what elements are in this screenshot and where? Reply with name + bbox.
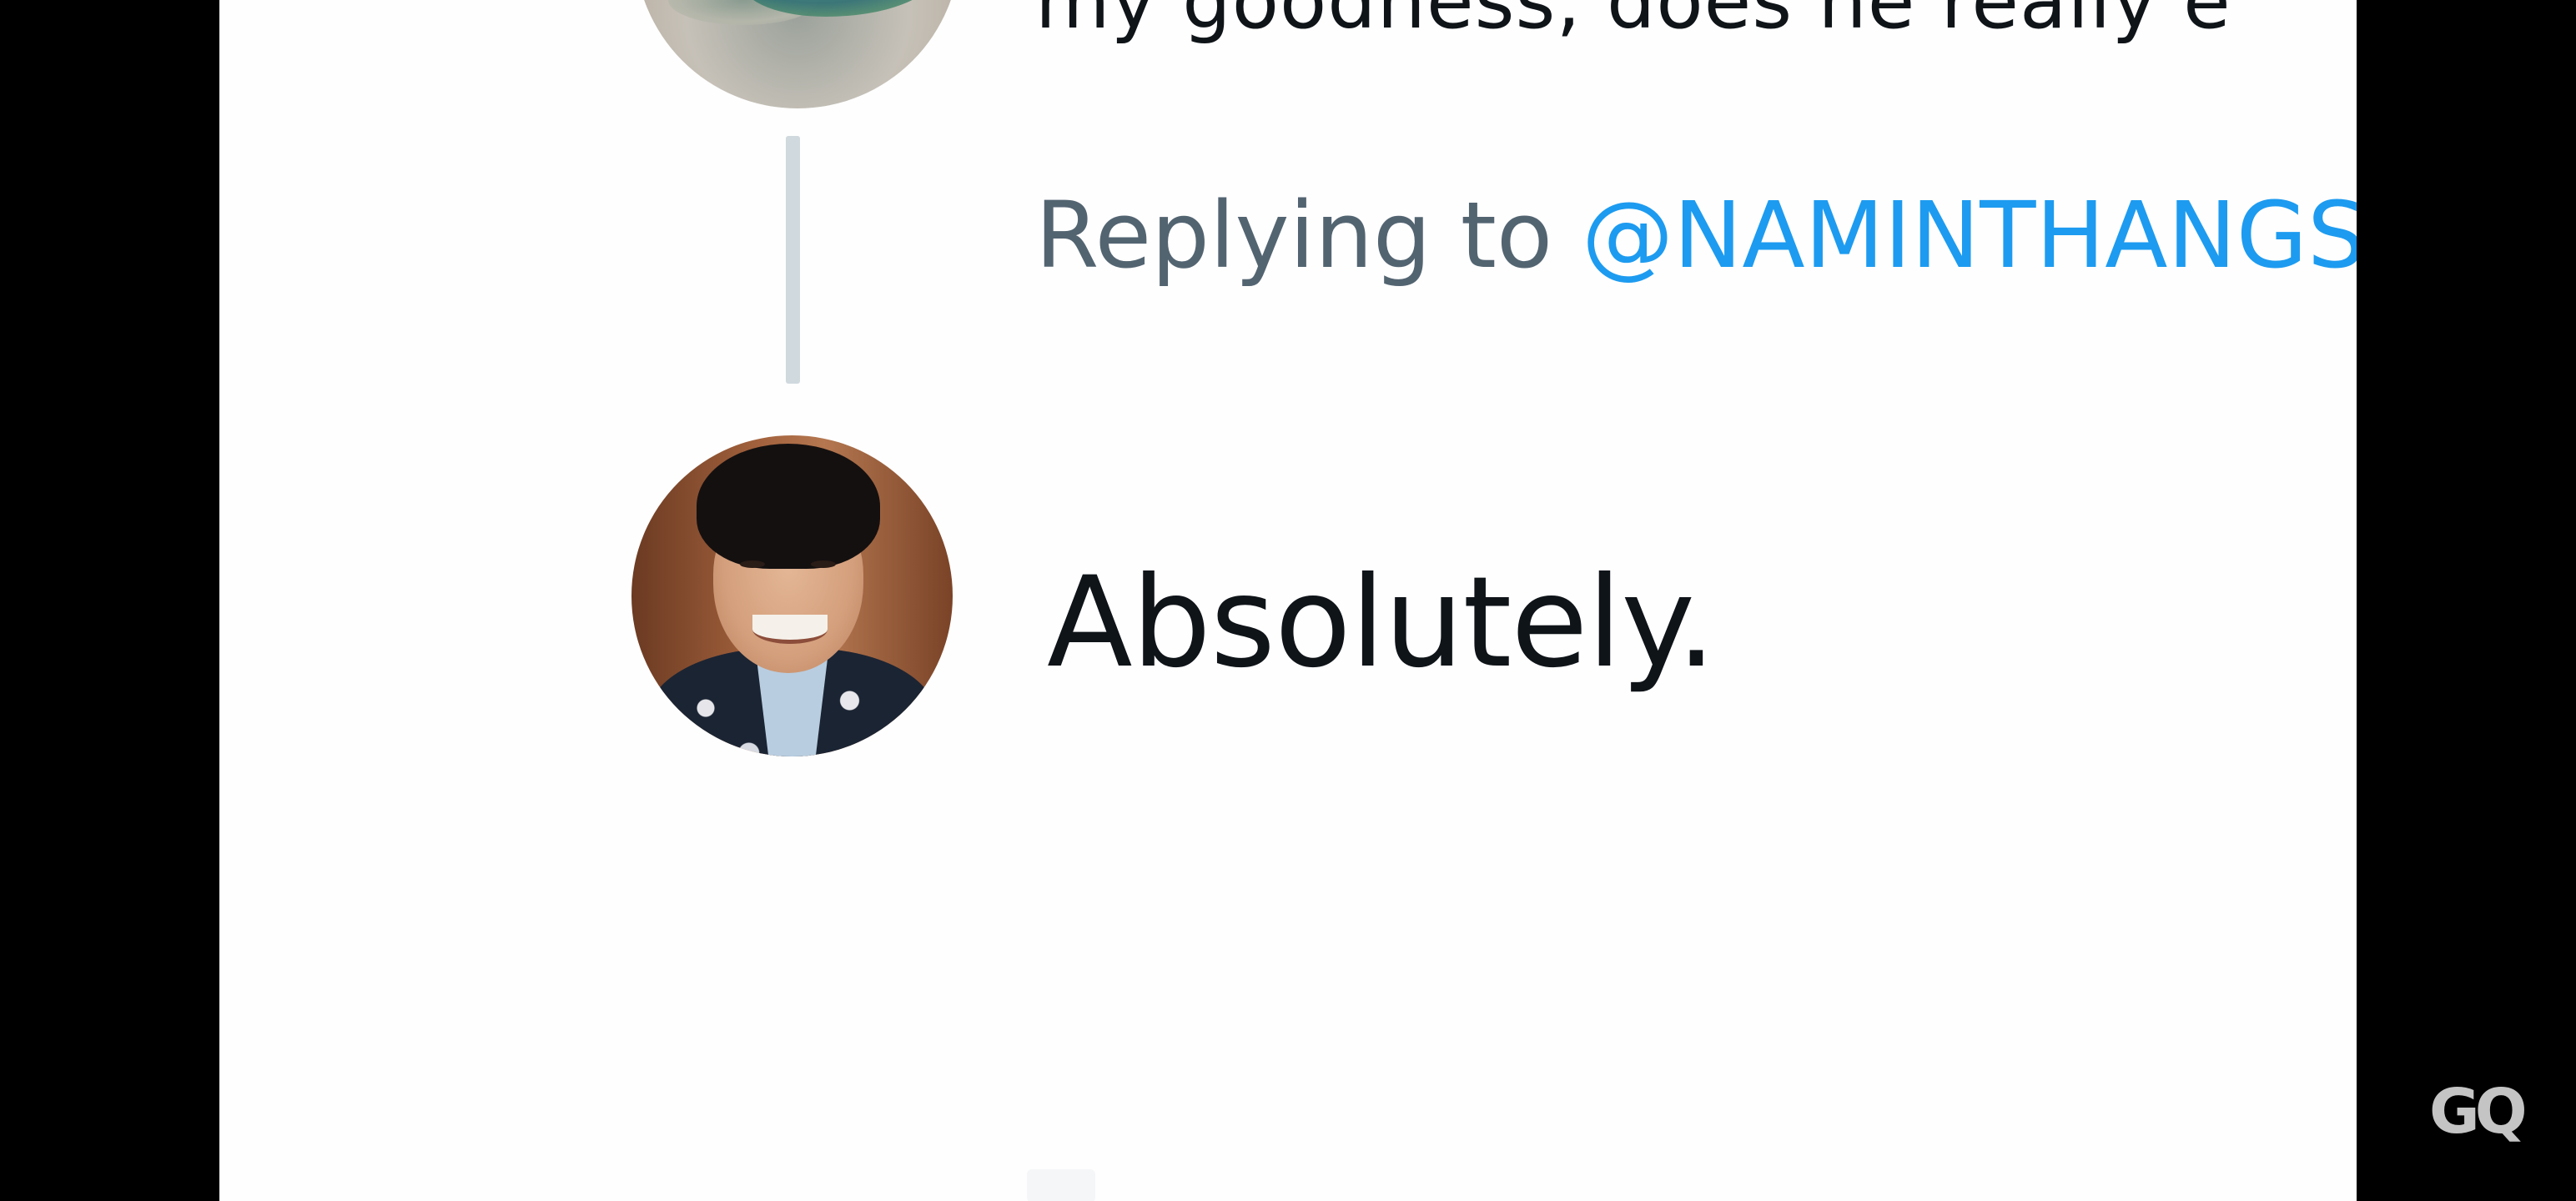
thread-connector-line — [786, 136, 800, 384]
replying-to-handle-link[interactable]: @NAMINTHANGS — [1582, 182, 2357, 289]
replying-to-line: Replying to @NAMINTHANGS — [1035, 182, 2357, 289]
avatar-image-detail — [740, 560, 765, 568]
faint-ui-remnant — [1027, 1169, 1095, 1201]
video-player-stage: my goodness, does he really e Replying t… — [0, 0, 2576, 1201]
reply-tweet-avatar[interactable] — [631, 435, 953, 756]
avatar-image-detail — [811, 560, 836, 568]
replying-to-label: Replying to — [1035, 182, 1582, 289]
previous-tweet-avatar[interactable] — [635, 0, 960, 108]
avatar-image-detail — [752, 615, 828, 644]
avatar-image-detail — [697, 444, 880, 569]
video-frame: my goodness, does he really e Replying t… — [219, 0, 2357, 1201]
previous-tweet-text: my goodness, does he really e — [1035, 0, 2231, 46]
gq-watermark-logo: GQ — [2429, 1076, 2528, 1148]
reply-tweet-text: Absolutely. — [1047, 550, 1716, 696]
avatar-image-detail — [757, 659, 828, 756]
